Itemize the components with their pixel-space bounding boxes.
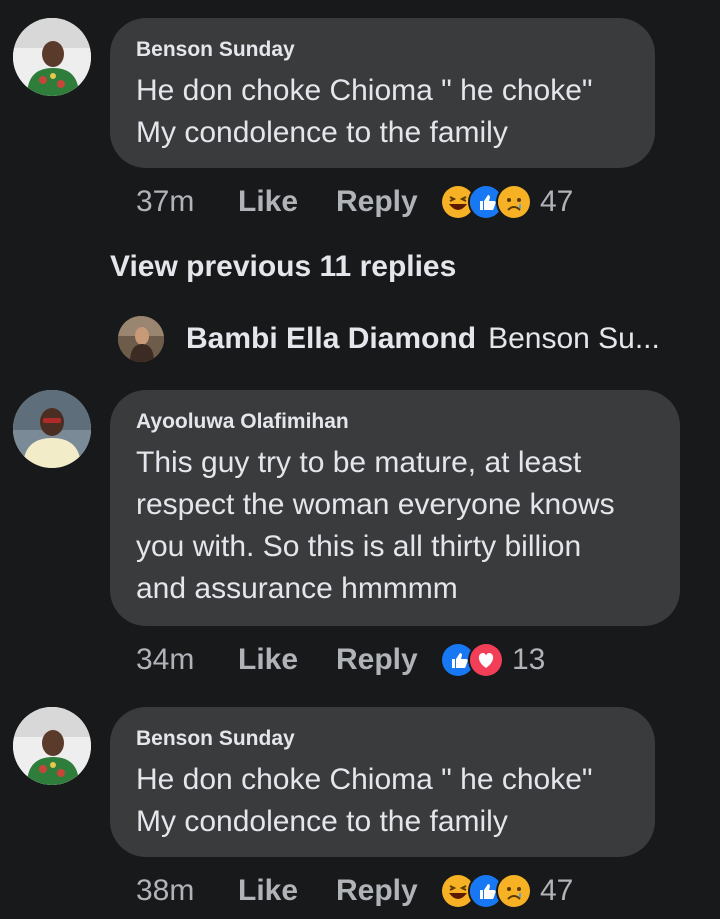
sad-reaction-icon: [496, 873, 532, 909]
avatar[interactable]: [13, 18, 91, 96]
comment-bubble: Benson Sunday He don choke Chioma " he c…: [110, 707, 655, 857]
like-button[interactable]: Like: [238, 185, 336, 219]
comment-actions: 38m Like Reply 47: [136, 871, 573, 911]
like-button[interactable]: Like: [238, 874, 336, 908]
reaction-summary[interactable]: [440, 184, 532, 220]
comment-bubble: Ayooluwa Olafimihan This guy try to be m…: [110, 390, 680, 626]
comment-text: This guy try to be mature, at least resp…: [136, 446, 615, 605]
avatar-benson-image: [13, 707, 91, 785]
collapsed-reply[interactable]: Bambi Ella Diamond Benson Su...: [118, 316, 660, 362]
reaction-count[interactable]: 13: [512, 643, 545, 677]
comment-author[interactable]: Ayooluwa Olafimihan: [136, 410, 652, 434]
reaction-count[interactable]: 47: [540, 185, 573, 219]
view-previous-replies-link[interactable]: View previous 11 replies: [110, 250, 456, 284]
avatar-ayooluwa-image: [13, 390, 91, 468]
like-button[interactable]: Like: [238, 643, 336, 677]
reaction-summary[interactable]: [440, 642, 504, 678]
love-reaction-icon: [468, 642, 504, 678]
comment-time[interactable]: 37m: [136, 185, 238, 219]
comment-author[interactable]: Benson Sunday: [136, 727, 627, 751]
avatar[interactable]: [118, 316, 164, 362]
comment-actions: 37m Like Reply 47: [136, 182, 573, 222]
avatar[interactable]: [13, 390, 91, 468]
comment-time[interactable]: 34m: [136, 643, 238, 677]
avatar[interactable]: [13, 707, 91, 785]
collapsed-reply-preview[interactable]: Benson Su...: [488, 322, 660, 356]
comment-text: He don choke Chioma " he choke" My condo…: [136, 763, 593, 838]
reaction-summary[interactable]: [440, 873, 532, 909]
comment-author[interactable]: Benson Sunday: [136, 38, 627, 62]
comment-text: He don choke Chioma " he choke" My condo…: [136, 74, 593, 149]
avatar-bambi-image: [118, 316, 164, 362]
comment-time[interactable]: 38m: [136, 874, 238, 908]
comment-bubble: Benson Sunday He don choke Chioma " he c…: [110, 18, 655, 168]
reaction-count[interactable]: 47: [540, 874, 573, 908]
comment-actions: 34m Like Reply 13: [136, 640, 545, 680]
reply-button[interactable]: Reply: [336, 643, 440, 677]
avatar-benson-image: [13, 18, 91, 96]
collapsed-reply-author[interactable]: Bambi Ella Diamond: [186, 322, 476, 356]
reply-button[interactable]: Reply: [336, 185, 440, 219]
reply-button[interactable]: Reply: [336, 874, 440, 908]
sad-reaction-icon: [496, 184, 532, 220]
